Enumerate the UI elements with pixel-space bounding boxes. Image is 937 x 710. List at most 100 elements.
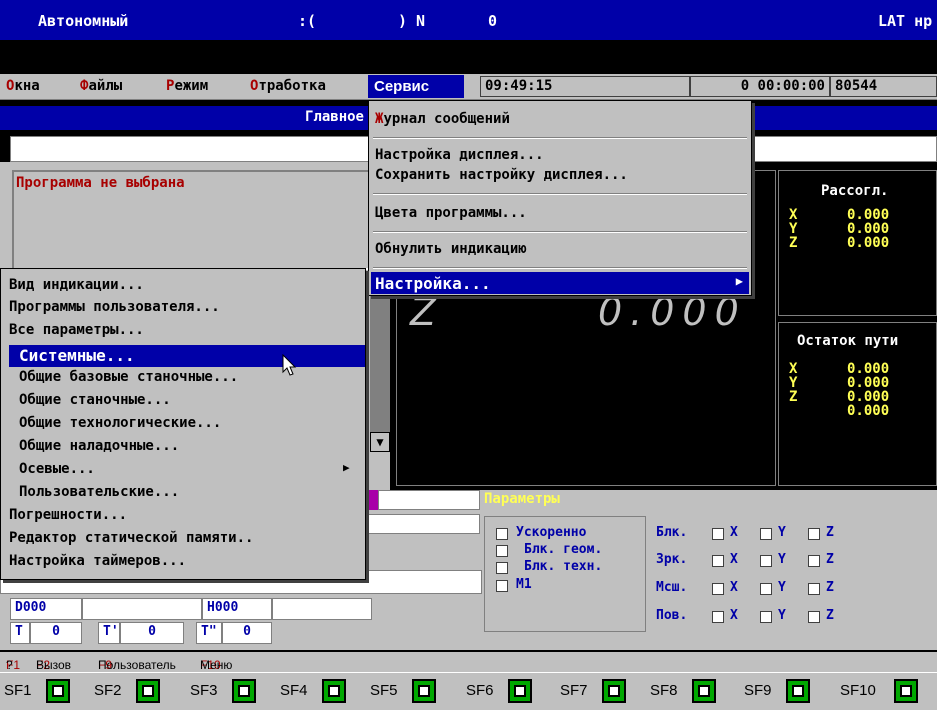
param-row-label: Мсш. <box>656 580 688 595</box>
menu-mode[interactable]: Режим <box>166 78 208 94</box>
checkbox-rapid[interactable] <box>496 528 508 540</box>
param-axis-checkbox[interactable] <box>808 611 820 623</box>
scrollbar[interactable] <box>370 270 390 450</box>
axis-value: 0.000 <box>847 403 890 419</box>
softkey-10[interactable]: SF10 <box>840 682 876 699</box>
tool-label-t-prime: T' <box>98 622 120 644</box>
menu-item-general-machine[interactable]: Общие станочные... <box>19 392 171 408</box>
softkey-glyph-icon <box>900 685 912 697</box>
menu-service[interactable]: Сервис <box>368 75 464 98</box>
checkbox-block-tech-label: Блк. техн. <box>524 559 603 574</box>
param-axis-checkbox[interactable] <box>760 528 772 540</box>
menu-item-errors[interactable]: Погрешности... <box>9 507 127 523</box>
param-axis-label: Y <box>778 608 786 623</box>
menu-item-all-params[interactable]: Все параметры... <box>9 322 144 338</box>
progress-indicator <box>366 490 378 510</box>
param-axis-checkbox[interactable] <box>760 611 772 623</box>
menu-item-save-display-setup[interactable]: Сохранить настройку дисплея... <box>375 167 628 183</box>
param-axis-checkbox[interactable] <box>808 528 820 540</box>
param-axis-checkbox[interactable] <box>760 583 772 595</box>
menu-item-reset-indication[interactable]: Обнулить индикацию <box>375 241 527 257</box>
menu-item-general-tech[interactable]: Общие технологические... <box>19 415 221 431</box>
f10-text: Меню <box>200 658 233 672</box>
menu-item-general-setup[interactable]: Общие наладочные... <box>19 438 179 454</box>
menu-processing[interactable]: Отработка <box>250 78 326 94</box>
param-row-label: Зрк. <box>656 552 688 567</box>
param-axis-checkbox[interactable] <box>712 583 724 595</box>
softkey-glyph-icon <box>608 685 620 697</box>
param-axis-checkbox[interactable] <box>760 555 772 567</box>
parameters-title: Параметры <box>484 491 560 507</box>
menu-item-view-indication[interactable]: Вид индикации... <box>9 277 144 293</box>
submenu-arrow-icon: ▶ <box>735 274 743 288</box>
param-axis-label: X <box>730 552 738 567</box>
param-axis-checkbox[interactable] <box>712 611 724 623</box>
scroll-down-arrow-icon[interactable]: ▼ <box>370 432 390 452</box>
coordinate-value: 0.000 <box>598 290 747 334</box>
info-field <box>378 490 480 510</box>
softkey-6[interactable]: SF6 <box>466 682 494 699</box>
param-axis-checkbox[interactable] <box>712 555 724 567</box>
menu-item-static-memory-editor[interactable]: Редактор статической памяти.. <box>9 530 253 546</box>
checkbox-block-geom[interactable] <box>496 545 508 557</box>
softkey-7[interactable]: SF7 <box>560 682 588 699</box>
param-axis-label: Z <box>826 525 834 540</box>
softkey-glyph-icon <box>418 685 430 697</box>
softkey-10-icon[interactable] <box>894 679 918 703</box>
softkey-8-icon[interactable] <box>692 679 716 703</box>
checkbox-block-tech[interactable] <box>496 562 508 574</box>
softkey-4-icon[interactable] <box>322 679 346 703</box>
menu-item-user-programs[interactable]: Программы пользователя... <box>9 299 220 315</box>
menu-files[interactable]: Файлы <box>80 78 122 94</box>
softkey-6-icon[interactable] <box>508 679 532 703</box>
softkey-3[interactable]: SF3 <box>190 682 218 699</box>
menu-item-display-setup[interactable]: Настройка дисплея... <box>375 147 544 163</box>
status-field-3: 0 <box>488 12 498 30</box>
param-axis-checkbox[interactable] <box>808 583 820 595</box>
menu-item-general-base-machine[interactable]: Общие базовые станочные... <box>19 369 238 385</box>
softkey-9-icon[interactable] <box>786 679 810 703</box>
menu-item-setup-label: Настройка... <box>375 274 491 293</box>
checkbox-block-geom-label: Блк. геом. <box>524 542 603 557</box>
menu-item-system[interactable]: Системные... <box>9 345 365 367</box>
menu-item-message-log[interactable]: Журнал сообщений <box>375 111 510 127</box>
softkey-5-icon[interactable] <box>412 679 436 703</box>
param-row-label: Блк. <box>656 525 688 540</box>
status-bar: Автономный :( ) N 0 LAT нр <box>0 0 937 40</box>
softkey-3-icon[interactable] <box>232 679 256 703</box>
menu-item-setup[interactable]: Настройка... ▶ <box>371 272 749 294</box>
tool-value-t: 0 <box>30 622 82 644</box>
menu-windows[interactable]: Окна <box>6 78 40 94</box>
menu-item-user[interactable]: Пользовательские... <box>19 484 179 500</box>
softkey-glyph-icon <box>698 685 710 697</box>
function-key-hints: F1 ? F2 Вызов F9 Пользователь F10 Меню <box>0 652 937 672</box>
param-row-label: Пов. <box>656 608 688 623</box>
menu-separator <box>373 267 747 269</box>
d-register-value <box>82 598 202 620</box>
softkey-glyph-icon <box>142 685 154 697</box>
menu-separator <box>373 193 747 195</box>
softkey-8[interactable]: SF8 <box>650 682 678 699</box>
program-status: Программа не выбрана <box>16 175 185 191</box>
softkey-5[interactable]: SF5 <box>370 682 398 699</box>
softkey-1[interactable]: SF1 <box>4 682 32 699</box>
setup-submenu: Вид индикации... Программы пользователя.… <box>0 268 366 580</box>
param-axis-checkbox[interactable] <box>712 528 724 540</box>
menu-item-timer-setup[interactable]: Настройка таймеров... <box>9 553 186 569</box>
menu-item-program-colors[interactable]: Цвета программы... <box>375 205 527 221</box>
softkey-glyph-icon <box>52 685 64 697</box>
clock-display: 09:49:15 <box>480 76 690 97</box>
mouse-pointer-icon <box>282 354 297 376</box>
checkbox-m1[interactable] <box>496 580 508 592</box>
menu-item-axial[interactable]: Осевые... <box>19 461 95 477</box>
param-axis-label: Z <box>826 552 834 567</box>
softkey-9[interactable]: SF9 <box>744 682 772 699</box>
checkbox-rapid-label: Ускоренно <box>516 525 587 540</box>
softkey-2-icon[interactable] <box>136 679 160 703</box>
softkey-4[interactable]: SF4 <box>280 682 308 699</box>
softkey-1-icon[interactable] <box>46 679 70 703</box>
param-axis-checkbox[interactable] <box>808 555 820 567</box>
softkey-2[interactable]: SF2 <box>94 682 122 699</box>
softkey-7-icon[interactable] <box>602 679 626 703</box>
menu-separator <box>373 137 747 139</box>
